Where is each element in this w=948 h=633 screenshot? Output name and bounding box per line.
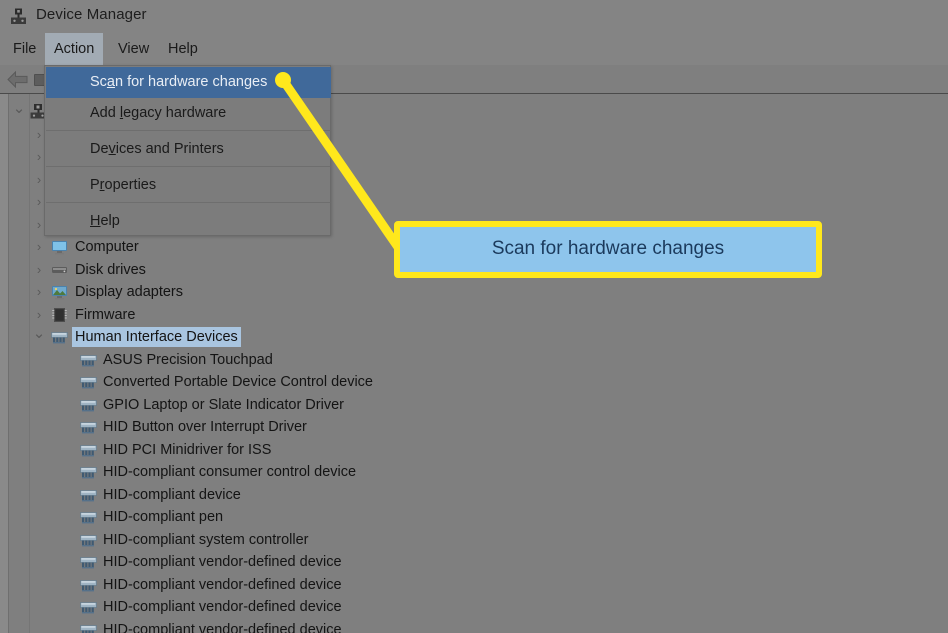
tree-row-label: Disk drives bbox=[75, 261, 146, 278]
action-menu-item[interactable]: Scan for hardware changes bbox=[46, 67, 331, 98]
hid-icon bbox=[80, 599, 97, 615]
hid-icon bbox=[80, 419, 97, 435]
tree-row-label: HID-compliant pen bbox=[103, 509, 224, 525]
hid-icon bbox=[80, 487, 97, 503]
tree-row-label: HID Button over Interrupt Driver bbox=[103, 419, 307, 435]
action-dropdown-menu[interactable]: Scan for hardware changes Add legacy hard… bbox=[44, 65, 331, 236]
device-manager-icon bbox=[11, 8, 26, 24]
tree-row-label: HID-compliant vendor-defined device bbox=[103, 621, 342, 633]
tree-row-label: ASUS Precision Touchpad bbox=[103, 351, 273, 368]
chevron-right-icon[interactable]: › bbox=[32, 307, 46, 322]
menu-separator bbox=[46, 130, 331, 131]
tree-row-label: HID-compliant vendor-defined device bbox=[103, 599, 342, 615]
menubar-item-help[interactable]: Help bbox=[159, 33, 207, 65]
hid-icon bbox=[80, 464, 97, 480]
chevron-down-icon[interactable]: ⌄ bbox=[12, 101, 26, 116]
hid-icon bbox=[80, 442, 97, 458]
tree-row-label: HID-compliant consumer control device bbox=[103, 464, 357, 480]
action-menu-item-label: Add legacy hardware bbox=[90, 105, 227, 121]
tree-row-label: HID-compliant device bbox=[103, 486, 241, 503]
tree-row-label: Display adapters bbox=[75, 284, 183, 300]
action-menu-item-label: Devices and Printers bbox=[90, 141, 224, 157]
firmware-icon bbox=[51, 307, 68, 323]
hid-icon bbox=[80, 554, 97, 570]
tree-row-label: Converted Portable Device Control device bbox=[103, 374, 373, 390]
chevron-right-icon[interactable]: › bbox=[32, 240, 46, 254]
display-icon bbox=[51, 284, 68, 300]
tree-row-label: Firmware bbox=[75, 306, 136, 323]
action-menu-item[interactable]: Properties bbox=[46, 170, 331, 201]
back-arrow-icon[interactable] bbox=[6, 70, 30, 89]
tree-left-rail bbox=[0, 94, 9, 633]
action-menu-item-label: Properties bbox=[90, 177, 157, 193]
tree-row-label: HID-compliant vendor-defined device bbox=[103, 576, 342, 593]
action-menu-item-label: Help bbox=[90, 213, 120, 229]
chevron-right-icon[interactable]: › bbox=[32, 262, 46, 277]
hid-icon bbox=[80, 532, 97, 548]
hid-icon bbox=[80, 577, 97, 593]
menubar-item-action[interactable]: Action bbox=[45, 33, 104, 65]
window-title: Device Manager bbox=[36, 6, 147, 23]
hid-icon bbox=[51, 329, 68, 345]
tree-row-label: HID-compliant system controller bbox=[103, 531, 309, 548]
menu-bar: File Action View Help bbox=[0, 33, 948, 65]
hid-icon bbox=[80, 509, 97, 525]
tree-row-label: GPIO Laptop or Slate Indicator Driver bbox=[103, 396, 344, 413]
callout-label: Scan for hardware changes bbox=[491, 238, 725, 259]
device-manager-window: Device Manager File Action View Help ⌄ › ›… bbox=[0, 0, 948, 633]
tree-guide-line bbox=[29, 94, 30, 633]
hid-icon bbox=[80, 352, 97, 368]
menubar-item-view[interactable]: View bbox=[109, 33, 158, 65]
menu-separator bbox=[46, 202, 331, 203]
hid-icon bbox=[80, 374, 97, 390]
tree-row-label: Computer bbox=[75, 239, 139, 255]
tree-row-label: HID-compliant vendor-defined device bbox=[103, 554, 342, 570]
action-menu-item-label: Scan for hardware changes bbox=[90, 74, 268, 90]
chevron-right-icon[interactable]: › bbox=[32, 285, 46, 299]
menu-separator bbox=[46, 166, 331, 167]
title-bar: Device Manager bbox=[0, 0, 948, 33]
hid-icon bbox=[80, 622, 97, 633]
disk-icon bbox=[51, 262, 68, 278]
tree-row-label: Human Interface Devices bbox=[72, 327, 241, 347]
action-menu-item[interactable]: Devices and Printers bbox=[46, 134, 331, 165]
callout-box: Scan for hardware changes bbox=[394, 221, 822, 278]
action-menu-item[interactable]: Add legacy hardware bbox=[46, 98, 331, 129]
action-menu-item[interactable]: Help bbox=[46, 206, 331, 237]
monitor-icon bbox=[51, 239, 68, 255]
chevron-down-icon[interactable]: ⌄ bbox=[32, 326, 46, 341]
tree-row-label: HID PCI Minidriver for ISS bbox=[103, 441, 272, 458]
hid-icon bbox=[80, 397, 97, 413]
menubar-item-file[interactable]: File bbox=[4, 33, 45, 65]
